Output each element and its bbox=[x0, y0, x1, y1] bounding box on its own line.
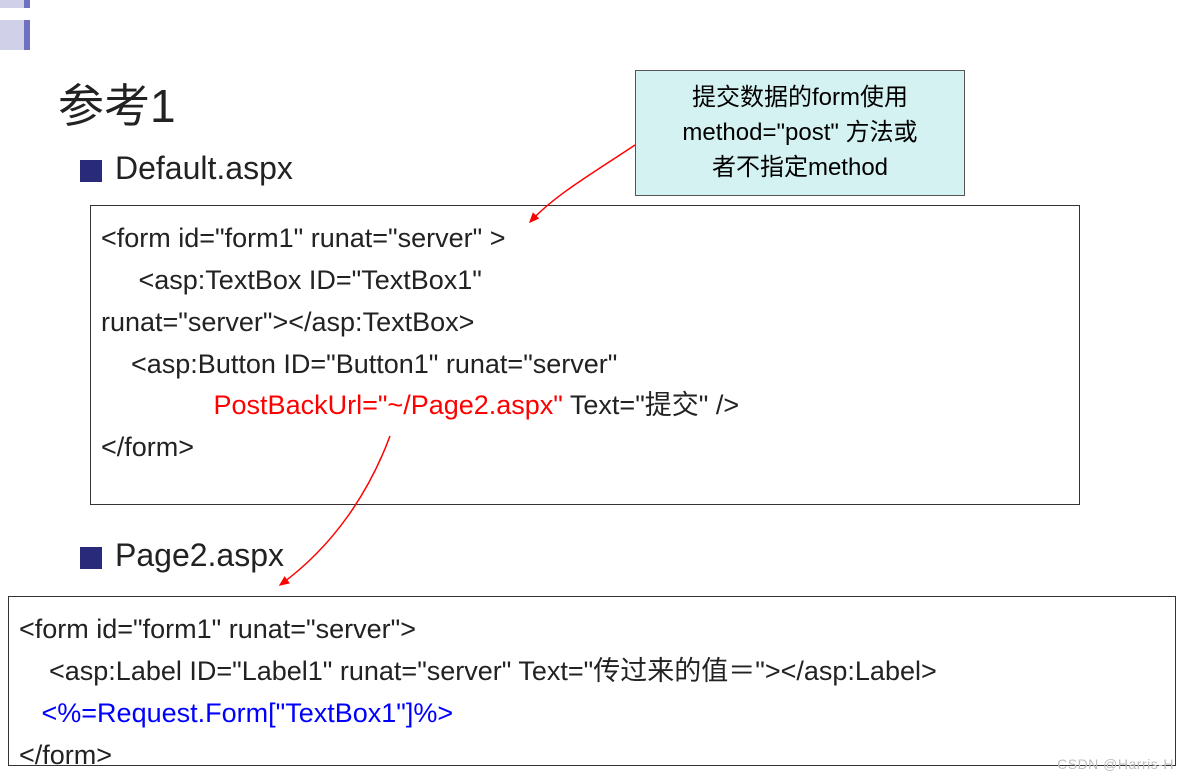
heading-page2-aspx: Page2.aspx bbox=[115, 537, 284, 574]
watermark: CSDN @Harris-H bbox=[1057, 756, 1174, 772]
callout-line: 者不指定method bbox=[644, 151, 956, 186]
code-line: </form> bbox=[101, 427, 1069, 469]
code-indent bbox=[101, 385, 214, 427]
slide-decor-side bbox=[0, 20, 30, 50]
code-box-page2: <form id="form1" runat="server"> <asp:La… bbox=[8, 596, 1176, 766]
code-line: <asp:Label ID="Label1" runat="server" Te… bbox=[19, 651, 1165, 693]
code-line: </form> bbox=[19, 735, 1165, 777]
code-box-default: <form id="form1" runat="server" > <asp:T… bbox=[90, 205, 1080, 505]
code-text: Text="提交" /> bbox=[563, 390, 739, 420]
callout-line: 提交数据的form使用 bbox=[644, 81, 956, 116]
code-line: PostBackUrl="~/Page2.aspx" Text="提交" /> bbox=[101, 385, 1069, 427]
bullet-icon bbox=[80, 160, 102, 182]
postbackurl-highlight: PostBackUrl="~/Page2.aspx" bbox=[214, 390, 563, 420]
code-line: <%=Request.Form["TextBox1"]%> bbox=[19, 693, 1165, 735]
request-form-highlight: <%=Request.Form["TextBox1"]%> bbox=[42, 698, 454, 728]
code-line: <form id="form1" runat="server"> bbox=[19, 609, 1165, 651]
slide-decor-top bbox=[0, 0, 30, 8]
slide-title: 参考1 bbox=[58, 70, 176, 136]
callout-line: method="post" 方法或 bbox=[644, 116, 956, 151]
code-line: <asp:TextBox ID="TextBox1" bbox=[101, 260, 1069, 302]
code-line: runat="server"></asp:TextBox> bbox=[101, 302, 1069, 344]
heading-default-aspx: Default.aspx bbox=[115, 150, 293, 187]
code-line: <asp:Button ID="Button1" runat="server" bbox=[101, 344, 1069, 386]
code-line: <form id="form1" runat="server" > bbox=[101, 218, 1069, 260]
code-indent bbox=[19, 693, 42, 735]
bullet-icon bbox=[80, 547, 102, 569]
callout-box: 提交数据的form使用 method="post" 方法或 者不指定method bbox=[635, 70, 965, 196]
